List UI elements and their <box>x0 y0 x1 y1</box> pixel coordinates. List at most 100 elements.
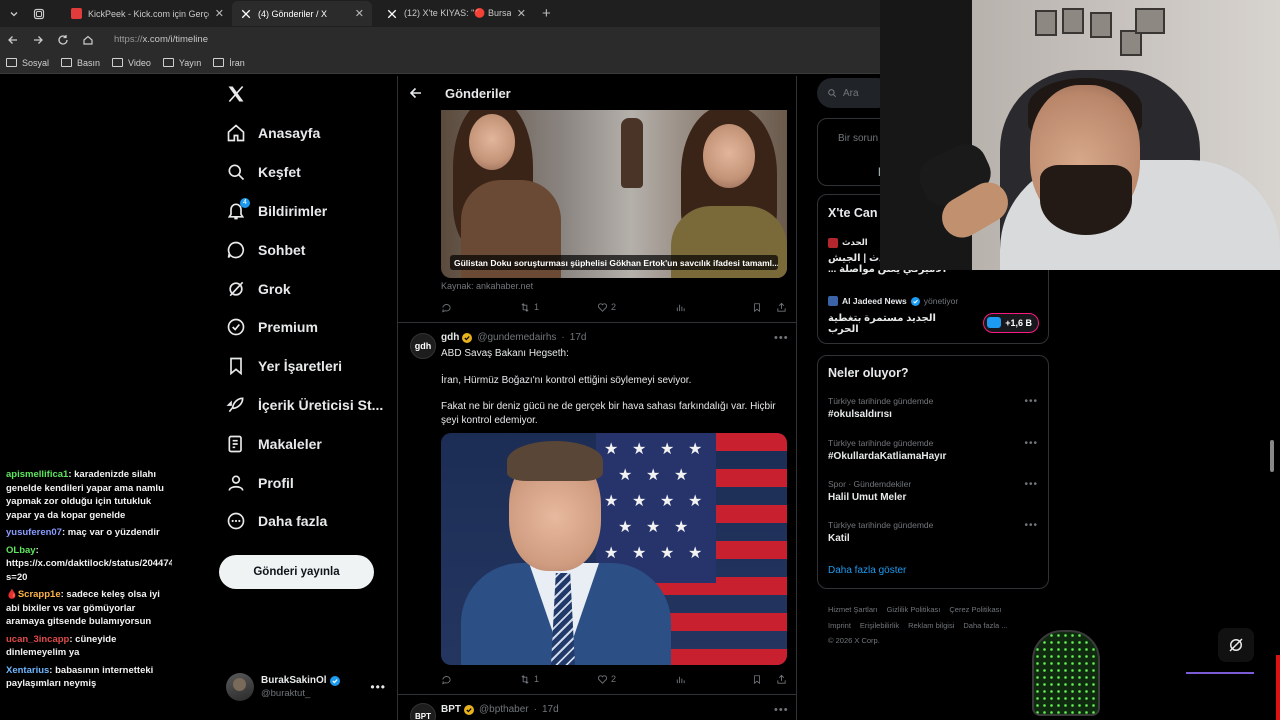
tab-x-posts[interactable]: (4) Gönderiler / X ✕ <box>232 1 372 26</box>
tab-kickpeek[interactable]: KickPeek - Kick.com için Gerçek Za ✕ <box>62 1 232 26</box>
profile-icon <box>226 473 246 493</box>
tab-title: KickPeek - Kick.com için Gerçek Za <box>88 8 209 19</box>
trend-more-icon[interactable]: ••• <box>1024 479 1038 490</box>
nav-item-more[interactable]: Daha fazla <box>226 502 383 541</box>
image-person-face <box>469 114 515 170</box>
new-tab-plus-icon[interactable]: + <box>542 5 551 22</box>
verified-badge-icon <box>462 332 473 343</box>
views-icon[interactable] <box>675 302 749 313</box>
article-icon <box>226 434 246 454</box>
trend-item[interactable]: Spor · Gündemdekiler Halil Umut Meler ••… <box>828 479 1040 503</box>
tweet-author-handle[interactable]: @bpthaber <box>479 704 529 715</box>
nav-item-explore[interactable]: Keşfet <box>226 153 383 192</box>
nav-item-chat[interactable]: Sohbet <box>226 230 383 269</box>
tweet-actions: 1 2 <box>441 672 787 686</box>
tab-list-chevron-icon[interactable] <box>3 3 25 25</box>
trend-more-icon[interactable]: ••• <box>1024 396 1038 407</box>
verified-badge-icon <box>464 704 474 715</box>
grok-floating-icon[interactable] <box>1218 628 1254 662</box>
image-caption: Gülistan Doku soruşturması şüphelisi Gök… <box>450 255 778 270</box>
bookmark-folder-video[interactable]: Video <box>112 58 151 68</box>
footer-links: Hizmet Şartları Gizlilik Politikası Çerez … <box>828 605 1008 645</box>
tweet-image[interactable]: ★ ★ ★ ★ ★ ★ ★ ★ ★ ★ ★ ★ ★ ★ ★ ★ ★ ★ <box>441 433 787 665</box>
url-field[interactable]: https://x.com/i/timeline <box>108 29 888 50</box>
account-switcher[interactable]: BurakSakinOl @buraktut_ ••• <box>226 672 386 702</box>
bookmark-icon[interactable] <box>752 674 762 685</box>
link-source[interactable]: Kaynak: ankahaber.net <box>441 281 533 291</box>
nav-item-creator-studio[interactable]: İçerik Üreticisi St... <box>226 386 383 425</box>
forward-arrow-icon[interactable] <box>26 29 50 51</box>
trend-more-icon[interactable]: ••• <box>1024 438 1038 449</box>
home-browser-icon[interactable] <box>76 29 100 51</box>
tweet-more-icon[interactable]: ••• <box>774 332 789 344</box>
channel-icon <box>828 237 838 248</box>
kick-favicon-icon <box>70 8 82 20</box>
views-icon[interactable] <box>675 674 749 685</box>
repost-button[interactable]: 1 <box>519 302 597 313</box>
tweet-text: ABD Savaş Bakanı Hegseth: İran, Hürmüz B… <box>441 348 776 426</box>
live-source[interactable]: الحدث <box>828 237 868 248</box>
tweet-author-name[interactable]: BPT <box>441 704 461 715</box>
close-tab-icon[interactable]: ✕ <box>215 7 224 20</box>
chat-message: Xentarius: babasının internetteki paylaş… <box>6 664 154 690</box>
trend-item[interactable]: Türkiye tarihinde gündemde #OkullardaKat… <box>828 438 1040 462</box>
image-person-face <box>703 124 755 188</box>
trends-card: Neler oluyor? Türkiye tarihinde gündemde… <box>817 355 1049 589</box>
like-button[interactable]: 2 <box>597 302 675 313</box>
show-more-link[interactable]: Daha fazla göster <box>828 565 906 576</box>
stream-overlay-edge <box>1276 655 1280 720</box>
live-item-title[interactable]: الجديد مستمرة بتغطية الحرب <box>828 313 968 335</box>
tweet-more-icon[interactable]: ••• <box>774 704 789 716</box>
tweet-author-name[interactable]: gdh <box>441 332 459 343</box>
bookmark-folder-sosyal[interactable]: Sosyal <box>6 58 49 68</box>
bookmark-icon[interactable] <box>752 302 762 313</box>
x-favicon-icon <box>240 8 252 20</box>
nav-item-articles[interactable]: Makaleler <box>226 424 383 463</box>
back-arrow-icon[interactable] <box>1 29 25 51</box>
post-button[interactable]: Gönderi yayınla <box>219 555 374 589</box>
like-button[interactable]: 2 <box>597 674 675 685</box>
tab-x-kiyas[interactable]: (12) X'te KIYAS: "🔴 Bursa'da sosyal ✕ <box>378 1 534 26</box>
x-logo-icon[interactable] <box>226 84 246 104</box>
grok-icon <box>226 279 246 299</box>
close-tab-icon[interactable]: ✕ <box>355 7 364 20</box>
tweet-divider <box>398 322 796 323</box>
channel-icon <box>828 296 838 306</box>
listener-count-pill[interactable]: +1,6 B <box>983 313 1039 333</box>
trend-item[interactable]: Türkiye tarihinde gündemde #okulsaldırıs… <box>828 396 1040 420</box>
x-favicon-icon <box>386 8 398 20</box>
live-source[interactable]: Al Jadeed News yönetiyor <box>828 296 958 306</box>
tweet-image[interactable]: Gülistan Doku soruşturması şüphelisi Gök… <box>441 110 787 278</box>
folder-icon <box>162 58 174 67</box>
reply-button[interactable] <box>441 674 519 685</box>
nav-item-bookmarks[interactable]: Yer İşaretleri <box>226 347 383 386</box>
bookmark-folder-iran[interactable]: İran <box>213 58 245 68</box>
trend-item[interactable]: Türkiye tarihinde gündemde Katil ••• <box>828 520 1040 544</box>
back-arrow-icon[interactable] <box>409 86 423 100</box>
avatar[interactable]: BPT <box>410 703 436 720</box>
workspaces-icon[interactable] <box>28 3 50 25</box>
bookmark-folder-basin[interactable]: Basın <box>61 58 100 68</box>
bookmark-folder-yayin[interactable]: Yayın <box>162 58 201 68</box>
nav-item-profile[interactable]: Profil <box>226 463 383 502</box>
tweet-author-handle[interactable]: @gundemedairhs <box>477 332 556 343</box>
nav-item-home[interactable]: Anasayfa <box>226 114 383 153</box>
share-icon[interactable] <box>776 302 787 313</box>
share-icon[interactable] <box>776 674 787 685</box>
tweet-timestamp[interactable]: 17d <box>570 332 587 343</box>
nav-item-notifications[interactable]: 4 Bildirimler <box>226 192 383 231</box>
nav-item-grok[interactable]: Grok <box>226 269 383 308</box>
avatar <box>226 673 254 701</box>
nav-item-premium[interactable]: Premium <box>226 308 383 347</box>
verified-badge-icon <box>329 675 340 686</box>
tweet-timestamp[interactable]: 17d <box>542 704 559 715</box>
avatar[interactable]: gdh <box>410 333 436 359</box>
reload-icon[interactable] <box>51 29 75 51</box>
page-scrollbar[interactable] <box>1270 440 1274 472</box>
trend-more-icon[interactable]: ••• <box>1024 520 1038 531</box>
reply-button[interactable] <box>441 302 519 313</box>
repost-button[interactable]: 1 <box>519 674 597 685</box>
chat-message: 🩸Scrapp1e: sadece keleş olsa iyi abi bix… <box>6 589 160 627</box>
account-more-icon[interactable]: ••• <box>370 680 386 694</box>
close-tab-icon[interactable]: ✕ <box>517 7 526 20</box>
